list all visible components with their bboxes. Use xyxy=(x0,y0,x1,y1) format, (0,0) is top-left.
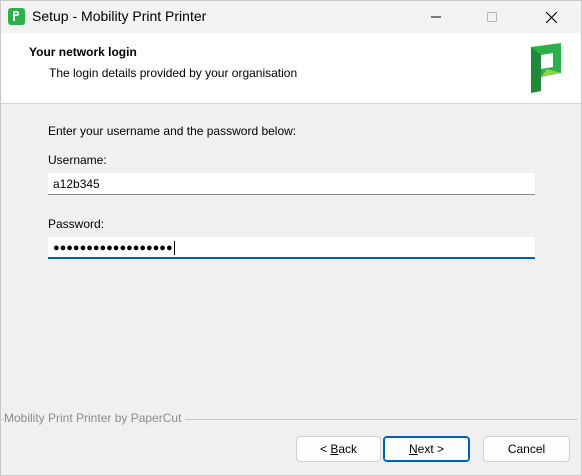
back-button-rest: ack xyxy=(338,442,358,456)
password-masked-value: ●●●●●●●●●●●●●●●●●● xyxy=(53,242,173,254)
username-value: a12b345 xyxy=(53,177,100,191)
back-button-prefix: < xyxy=(319,442,331,456)
instruction-text: Enter your username and the password bel… xyxy=(48,124,297,138)
password-label: Password: xyxy=(48,217,105,231)
window-title: Setup - Mobility Print Printer xyxy=(32,8,207,24)
setup-window: Setup - Mobility Print Printer Your netw… xyxy=(0,0,582,476)
cancel-button[interactable]: Cancel xyxy=(483,436,570,462)
wizard-header: Your network login The login details pro… xyxy=(1,33,581,104)
papercut-app-icon xyxy=(8,8,25,25)
title-bar[interactable]: Setup - Mobility Print Printer xyxy=(1,1,581,33)
next-button[interactable]: Next > xyxy=(383,436,470,462)
maximize-icon xyxy=(487,12,497,22)
username-label: Username: xyxy=(48,153,107,167)
papercut-logo-icon xyxy=(531,43,561,93)
maximize-button[interactable] xyxy=(469,1,515,33)
text-caret xyxy=(173,241,175,256)
minimize-icon xyxy=(431,16,441,18)
close-button[interactable] xyxy=(528,1,574,33)
back-button[interactable]: < Back xyxy=(296,436,381,462)
close-icon xyxy=(545,11,557,23)
brand-text: Mobility Print Printer by PaperCut xyxy=(4,411,186,425)
minimize-button[interactable] xyxy=(413,1,459,33)
username-input[interactable]: a12b345 xyxy=(48,173,535,195)
next-button-rest: ext > xyxy=(417,442,445,456)
page-subtitle: The login details provided by your organ… xyxy=(49,66,298,80)
cancel-button-label: Cancel xyxy=(507,442,546,456)
page-title: Your network login xyxy=(29,45,137,59)
password-input[interactable]: ●●●●●●●●●●●●●●●●●● xyxy=(48,237,535,259)
back-button-accel: B xyxy=(330,442,339,456)
next-button-accel: N xyxy=(408,442,418,456)
